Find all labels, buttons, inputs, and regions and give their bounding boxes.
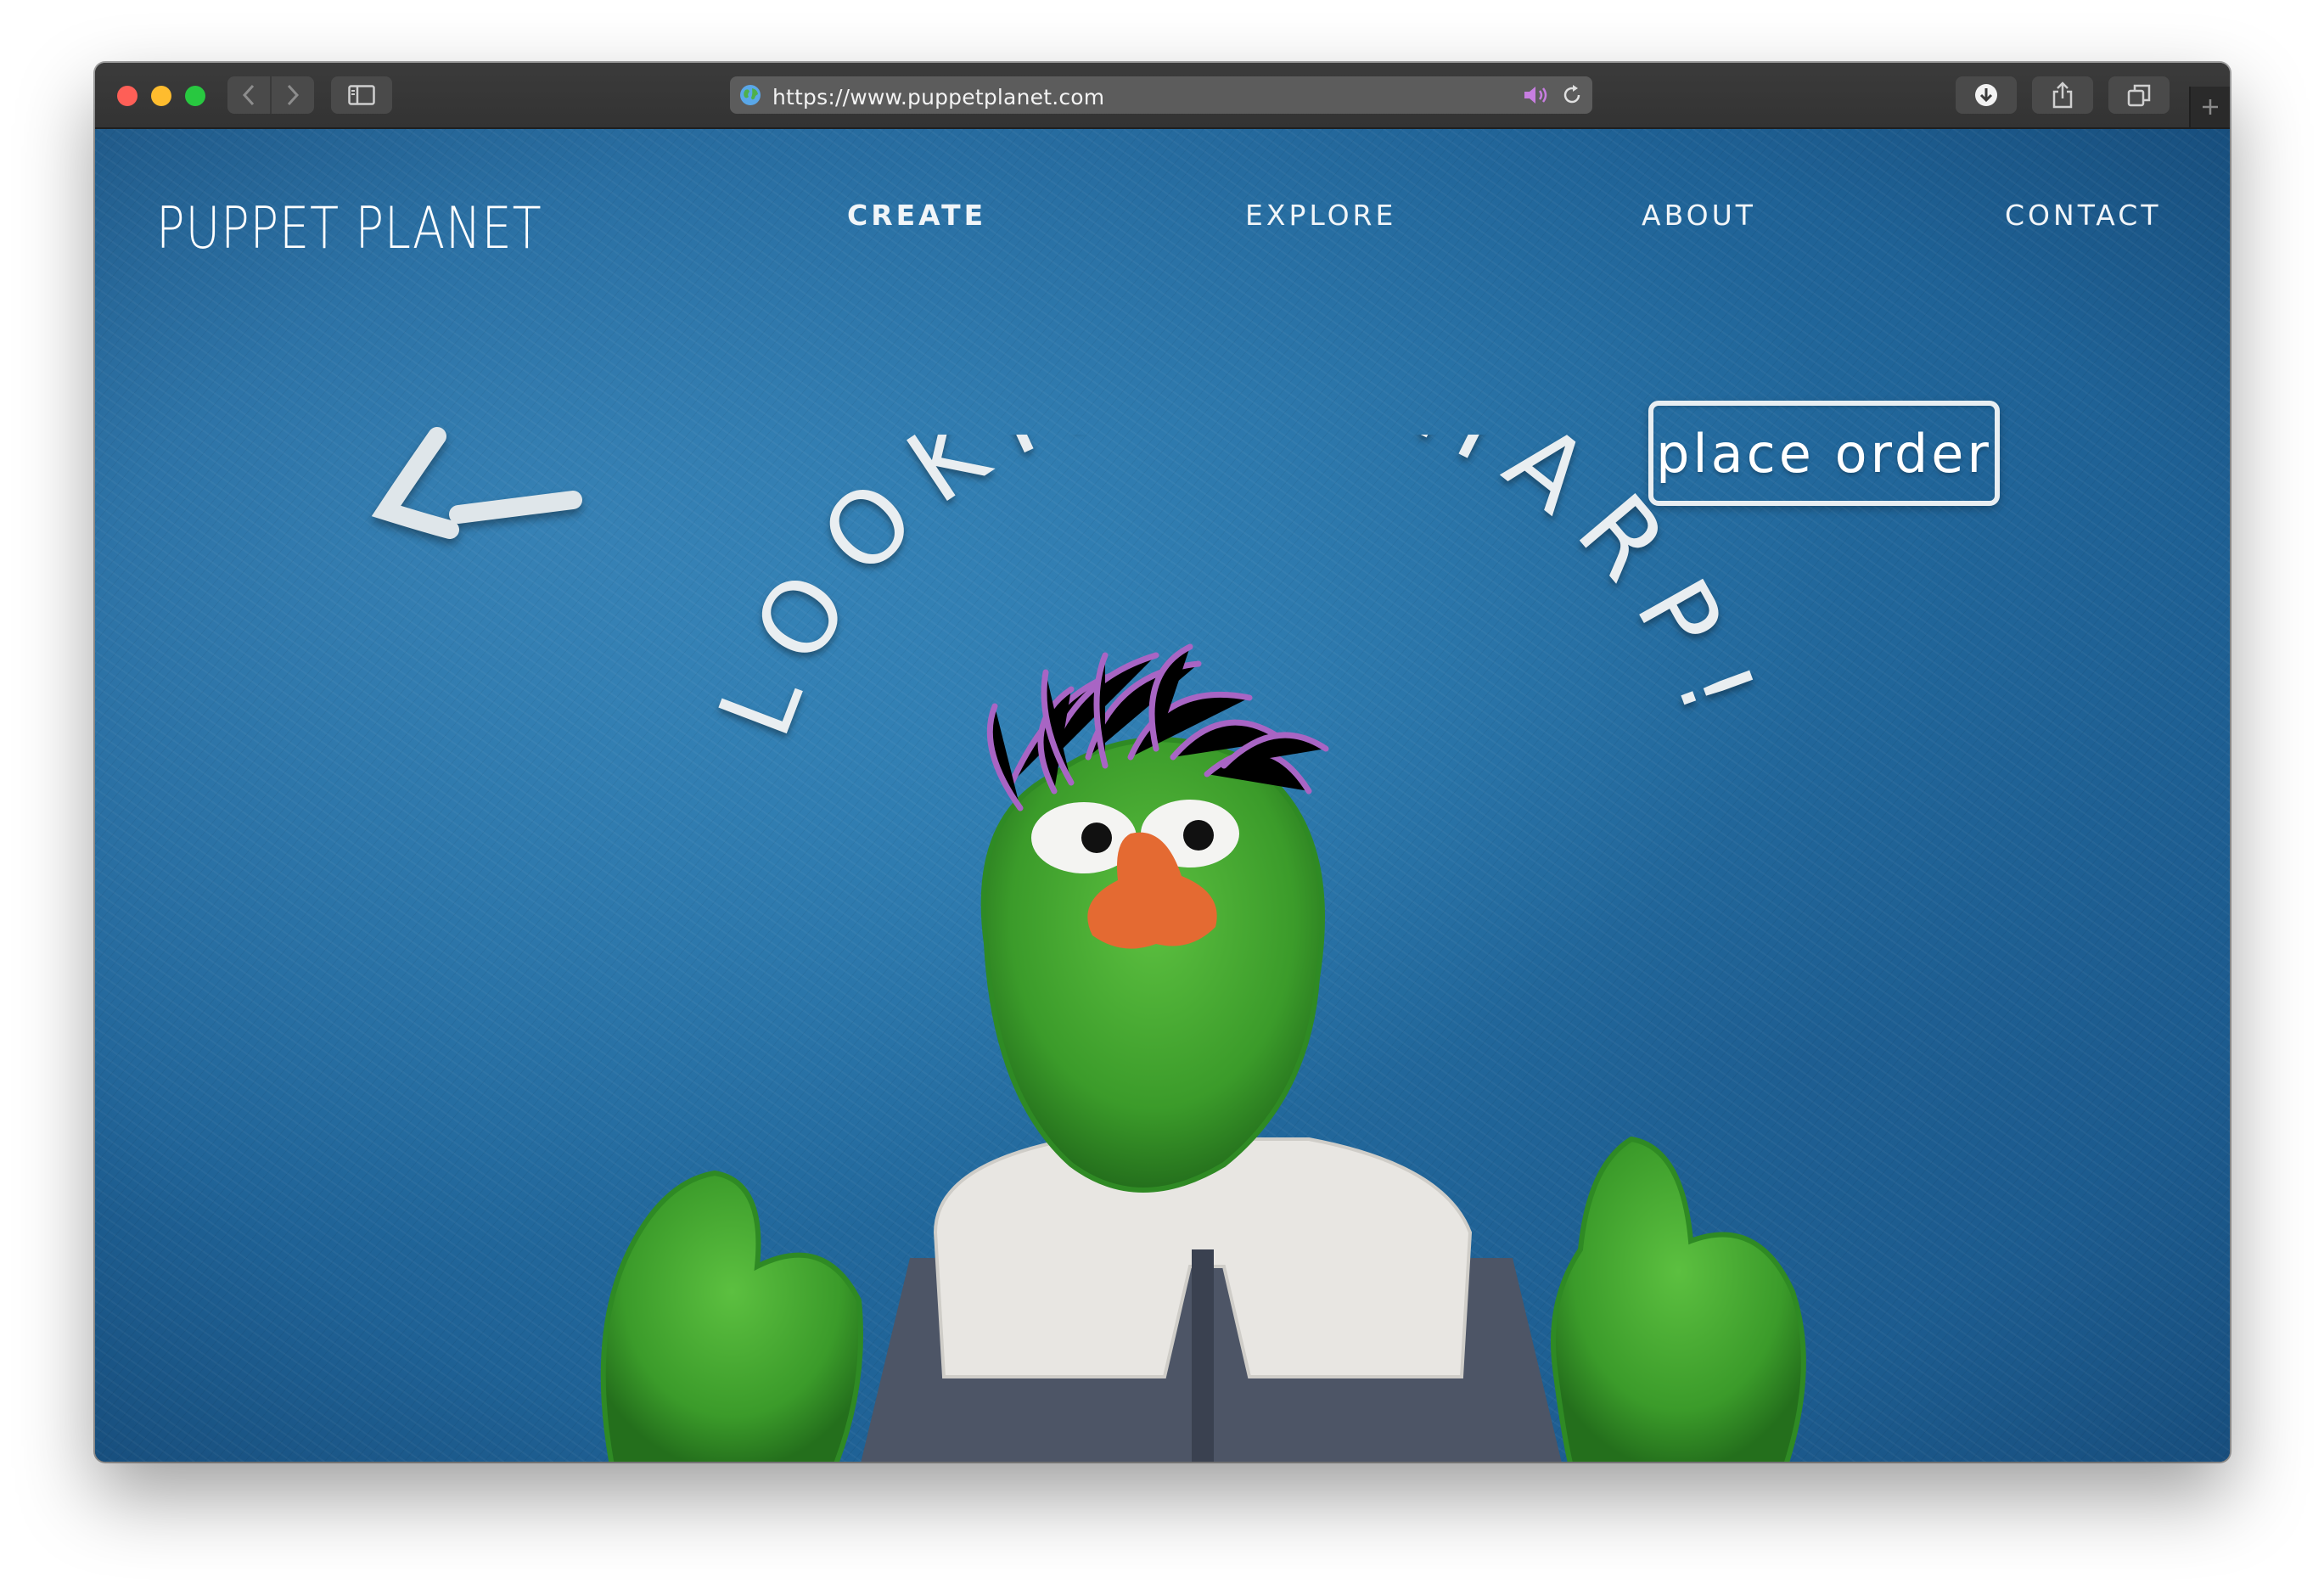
speaker-icon[interactable] [1523, 85, 1552, 105]
back-button[interactable] [227, 76, 270, 114]
reload-icon[interactable] [1560, 83, 1584, 107]
forward-button[interactable] [270, 76, 314, 114]
sidebar-toggle-button[interactable] [331, 76, 392, 114]
browser-window: https://www.puppetplanet.com PUPPET PLAN… [95, 63, 2230, 1462]
forward-arrow-icon [287, 84, 300, 106]
browser-toolbar: https://www.puppetplanet.com [95, 63, 2230, 129]
web-page: PUPPET PLANET CREATE EXPLORE ABOUT CONTA… [95, 129, 2230, 1462]
url-text[interactable]: https://www.puppetplanet.com [772, 85, 1104, 109]
puppet-illustration [600, 643, 1806, 1462]
nav-contact[interactable]: CONTACT [2005, 199, 2162, 232]
history-nav-group [227, 76, 314, 114]
nav-create[interactable]: CREATE [847, 199, 986, 232]
close-window-button[interactable] [117, 86, 138, 106]
globe-icon [740, 85, 761, 105]
left-arrow-icon[interactable] [365, 419, 603, 572]
tab-overview-button[interactable] [2108, 76, 2170, 114]
new-tab-icon [2203, 99, 2218, 115]
share-button[interactable] [2032, 76, 2093, 114]
minimize-window-button[interactable] [151, 86, 171, 106]
downloads-button[interactable] [1956, 76, 2017, 114]
address-bar[interactable]: https://www.puppetplanet.com [730, 76, 1592, 114]
download-icon [1975, 84, 1997, 106]
maximize-window-button[interactable] [185, 86, 205, 106]
site-logo[interactable]: PUPPET PLANET [156, 195, 542, 262]
nav-explore[interactable]: EXPLORE [1245, 199, 1396, 232]
new-tab-button[interactable] [2189, 87, 2230, 127]
back-arrow-icon [242, 84, 255, 106]
sidebar-icon [348, 85, 375, 105]
tabs-icon [2127, 84, 2151, 107]
share-icon [2052, 81, 2073, 109]
nav-about[interactable]: ABOUT [1642, 199, 1756, 232]
